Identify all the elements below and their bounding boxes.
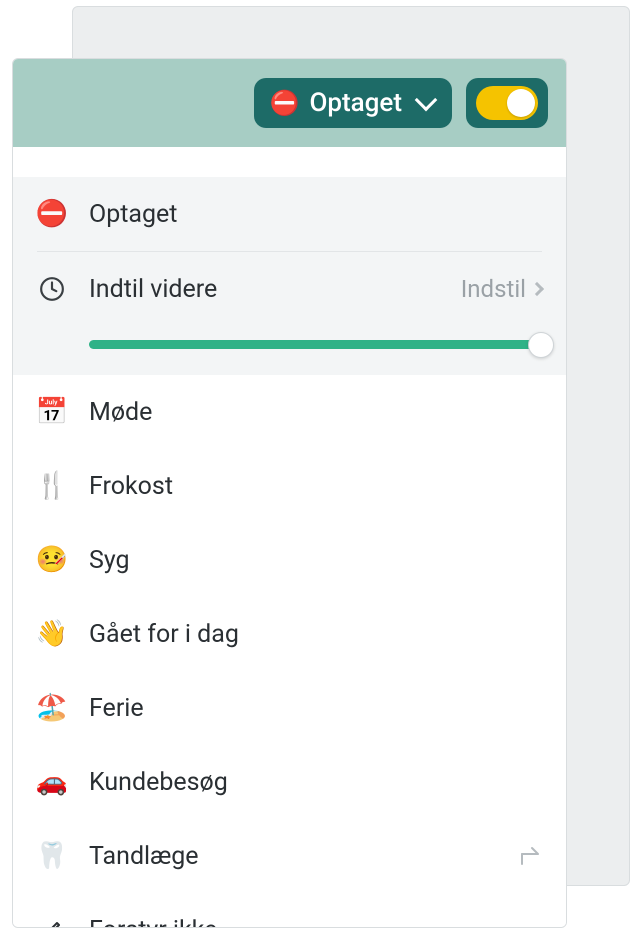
duration-slider[interactable]	[89, 340, 542, 349]
calendar-icon: 📅	[37, 397, 67, 427]
status-option-meeting[interactable]: 📅 Møde	[13, 375, 566, 449]
status-options-list: 📅 Møde 🍴 Frokost 🤒 Syg 👋 Gået for i dag …	[13, 375, 566, 928]
status-option-label: Syg	[89, 546, 542, 575]
status-option-lunch[interactable]: 🍴 Frokost	[13, 449, 566, 523]
status-panel: ⛔ Optaget ⛔ Optaget	[12, 58, 567, 928]
status-dropdown[interactable]: ⛔ Optaget	[254, 78, 452, 128]
chevron-right-icon	[530, 282, 544, 296]
current-status-block: ⛔ Optaget Indtil videre Indstil	[13, 177, 566, 375]
beach-icon: 🏖️	[37, 693, 67, 723]
status-option-label: Gået for i dag	[89, 620, 542, 649]
availability-toggle-wrap	[466, 78, 548, 128]
status-dropdown-label: Optaget	[309, 88, 402, 118]
car-icon: 🚗	[37, 767, 67, 797]
tooth-icon: 🦷	[37, 841, 67, 871]
status-option-label: Tandlæge	[89, 842, 496, 871]
cutlery-icon: 🍴	[37, 471, 67, 501]
forward-icon	[518, 844, 542, 868]
pencil-icon	[37, 918, 67, 928]
status-option-label: Ferie	[89, 694, 542, 723]
no-entry-icon: ⛔	[37, 199, 67, 229]
status-option-label: Møde	[89, 398, 542, 427]
toggle-knob	[507, 89, 535, 117]
status-option-dentist[interactable]: 🦷 Tandlæge	[13, 819, 566, 893]
duration-configure[interactable]: Indstil	[461, 275, 542, 303]
duration-configure-label: Indstil	[461, 275, 526, 303]
duration-label: Indtil videre	[89, 275, 439, 304]
header-gap	[13, 147, 566, 177]
chevron-down-icon	[415, 89, 438, 112]
panel-header: ⛔ Optaget	[13, 59, 566, 147]
duration-slider-row	[13, 326, 566, 375]
current-status-row[interactable]: ⛔ Optaget	[13, 177, 566, 251]
sick-face-icon: 🤒	[37, 545, 67, 575]
status-option-label: Forstyr ikke	[89, 916, 542, 929]
current-status-label: Optaget	[89, 200, 542, 229]
status-option-customer-visit[interactable]: 🚗 Kundebesøg	[13, 745, 566, 819]
status-option-vacation[interactable]: 🏖️ Ferie	[13, 671, 566, 745]
availability-toggle[interactable]	[476, 86, 538, 120]
status-option-label: Kundebesøg	[89, 768, 542, 797]
status-option-sick[interactable]: 🤒 Syg	[13, 523, 566, 597]
status-option-label: Frokost	[89, 472, 542, 501]
no-entry-icon: ⛔	[270, 89, 300, 117]
slider-thumb[interactable]	[528, 332, 554, 358]
duration-row[interactable]: Indtil videre Indstil	[13, 252, 566, 326]
wave-icon: 👋	[37, 619, 67, 649]
status-option-left-for-day[interactable]: 👋 Gået for i dag	[13, 597, 566, 671]
clock-icon	[37, 276, 67, 302]
status-option-do-not-disturb[interactable]: Forstyr ikke	[13, 893, 566, 928]
